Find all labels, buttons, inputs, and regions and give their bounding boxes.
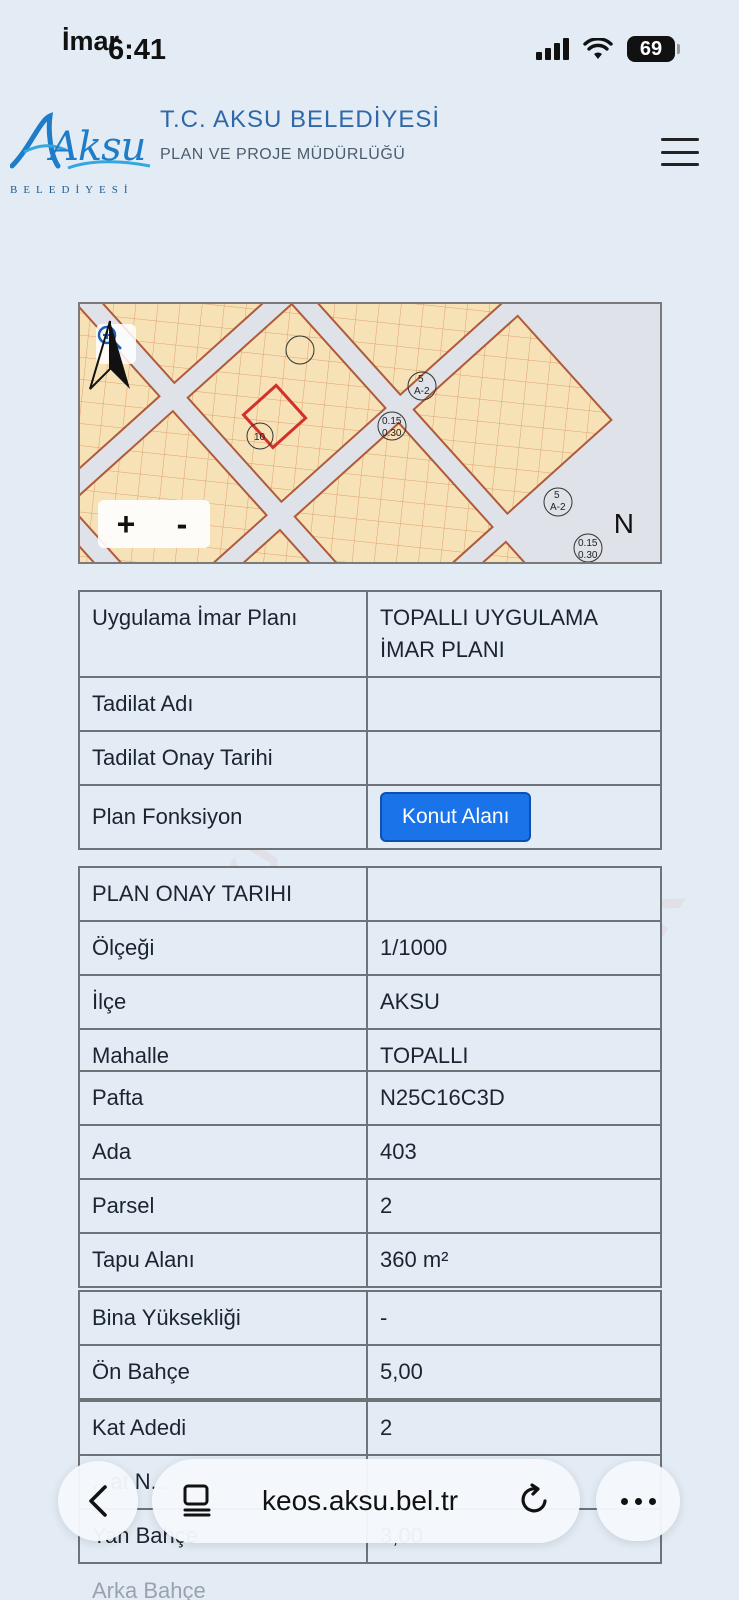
row-value: 5,00: [366, 1344, 662, 1400]
table-row: Ada 403: [78, 1124, 662, 1180]
battery-icon: 69: [627, 36, 680, 62]
organization-subtitle: PLAN VE PROJE MÜDÜRLÜĞÜ: [160, 146, 406, 163]
row-value: AKSU: [366, 974, 662, 1030]
map-label: 5: [418, 374, 424, 385]
map-label: A-2: [550, 502, 566, 513]
row-value: 2: [366, 1178, 662, 1234]
table-row: Ön Bahçe 5,00: [78, 1344, 662, 1400]
table-row: PLAN ONAY TARIHI: [78, 866, 662, 922]
north-arrow-icon: [89, 320, 130, 390]
parcel-table: Pafta N25C16C3D Ada 403 Parsel 2 Tapu Al…: [78, 1070, 662, 1288]
row-key: Parsel: [78, 1178, 368, 1234]
table-row: Plan Fonksiyon Konut Alanı: [78, 784, 662, 850]
map-label: 0.15: [578, 538, 598, 549]
map-label: 5: [554, 490, 560, 501]
row-value: 2: [366, 1400, 662, 1456]
browser-toolbar: keos.aksu.bel.tr: [0, 1455, 739, 1545]
aksu-logo[interactable]: Aksu BELEDİYESİ: [10, 110, 155, 200]
building-table: Bina Yüksekliği - Ön Bahçe 5,00: [78, 1290, 662, 1400]
map-label: 10: [254, 432, 266, 443]
zoom-controls: + -: [98, 500, 210, 548]
table-row: Uygulama İmar Planı TOPALLI UYGULAMA İMA…: [78, 590, 662, 678]
row-key: Tadilat Onay Tarihi: [78, 730, 368, 786]
more-dots-icon: [620, 1497, 628, 1505]
zoom-in-button[interactable]: +: [106, 504, 146, 544]
row-value: TOPALLI UYGULAMA İMAR PLANI: [366, 590, 662, 678]
more-options-button[interactable]: [596, 1461, 680, 1541]
table-row: Ölçeği 1/1000: [78, 920, 662, 976]
plan-approval-table: PLAN ONAY TARIHI Ölçeği 1/1000 İlçe AKSU…: [78, 866, 662, 1084]
row-key: Plan Fonksiyon: [78, 784, 368, 850]
chevron-left-icon: [89, 1485, 107, 1517]
row-value: 1/1000: [366, 920, 662, 976]
row-value: 403: [366, 1124, 662, 1180]
plan-info-table: Uygulama İmar Planı TOPALLI UYGULAMA İMA…: [78, 590, 662, 850]
logo-text: Aksu: [50, 124, 146, 170]
map-label: 0.30: [382, 428, 402, 439]
row-value: [366, 676, 662, 732]
row-key: Pafta: [78, 1070, 368, 1126]
organization-title: T.C. AKSU BELEDİYESİ: [160, 106, 441, 133]
reload-icon[interactable]: [518, 1483, 552, 1517]
site-header: Aksu BELEDİYESİ T.C. AKSU BELEDİYESİ PLA…: [0, 100, 739, 200]
row-key: Uygulama İmar Planı: [78, 590, 368, 678]
row-value: [366, 866, 662, 922]
row-value: 360 m²: [366, 1232, 662, 1288]
row-key: Kat Adedi: [78, 1400, 368, 1456]
table-row: Bina Yüksekliği -: [78, 1290, 662, 1346]
table-row: Tadilat Onay Tarihi: [78, 730, 662, 786]
map-label: 0.15: [382, 416, 402, 427]
table-row: İlçe AKSU: [78, 974, 662, 1030]
table-row: Pafta N25C16C3D: [78, 1070, 662, 1126]
menu-icon[interactable]: [661, 138, 699, 166]
map-label: 0.30: [578, 550, 598, 561]
row-key: Ön Bahçe: [78, 1344, 368, 1400]
cellular-signal-icon: [536, 38, 569, 60]
map-label: A-2: [414, 386, 430, 397]
battery-level: 69: [639, 37, 663, 60]
table-row: Parsel 2: [78, 1178, 662, 1234]
row-key: Bina Yüksekliği: [78, 1290, 368, 1346]
plan-function-button[interactable]: Konut Alanı: [380, 792, 532, 842]
row-key-cut: Arka Bahçe: [92, 1582, 206, 1600]
row-key: Tadilat Adı: [78, 676, 368, 732]
table-row: Tadilat Adı: [78, 676, 662, 732]
row-key: İlçe: [78, 974, 368, 1030]
status-icons: 69: [536, 36, 680, 62]
logo-subtitle: BELEDİYESİ: [10, 184, 134, 196]
back-button[interactable]: [58, 1461, 138, 1541]
parcel-map[interactable]: 10 0.15 0.30 5 A-2 0.15 0.30 5 A-2 + - N: [78, 302, 662, 564]
row-key: Ölçeği: [78, 920, 368, 976]
wifi-icon: [583, 38, 613, 59]
status-bar: İmar 6:41 69: [0, 0, 739, 100]
table-row: Kat Adedi 2: [78, 1400, 662, 1456]
row-key: Ada: [78, 1124, 368, 1180]
page-menu-icon[interactable]: [182, 1483, 212, 1517]
zoom-out-button[interactable]: -: [162, 504, 202, 544]
row-key: PLAN ONAY TARIHI: [78, 866, 368, 922]
north-label: N: [613, 508, 634, 539]
row-value: N25C16C3D: [366, 1070, 662, 1126]
address-bar[interactable]: keos.aksu.bel.tr: [152, 1459, 580, 1543]
url-text: keos.aksu.bel.tr: [262, 1485, 459, 1516]
row-key: Tapu Alanı: [78, 1232, 368, 1288]
status-time: 6:41: [108, 34, 167, 66]
table-row: Tapu Alanı 360 m²: [78, 1232, 662, 1288]
row-value: -: [366, 1290, 662, 1346]
row-value: [366, 730, 662, 786]
